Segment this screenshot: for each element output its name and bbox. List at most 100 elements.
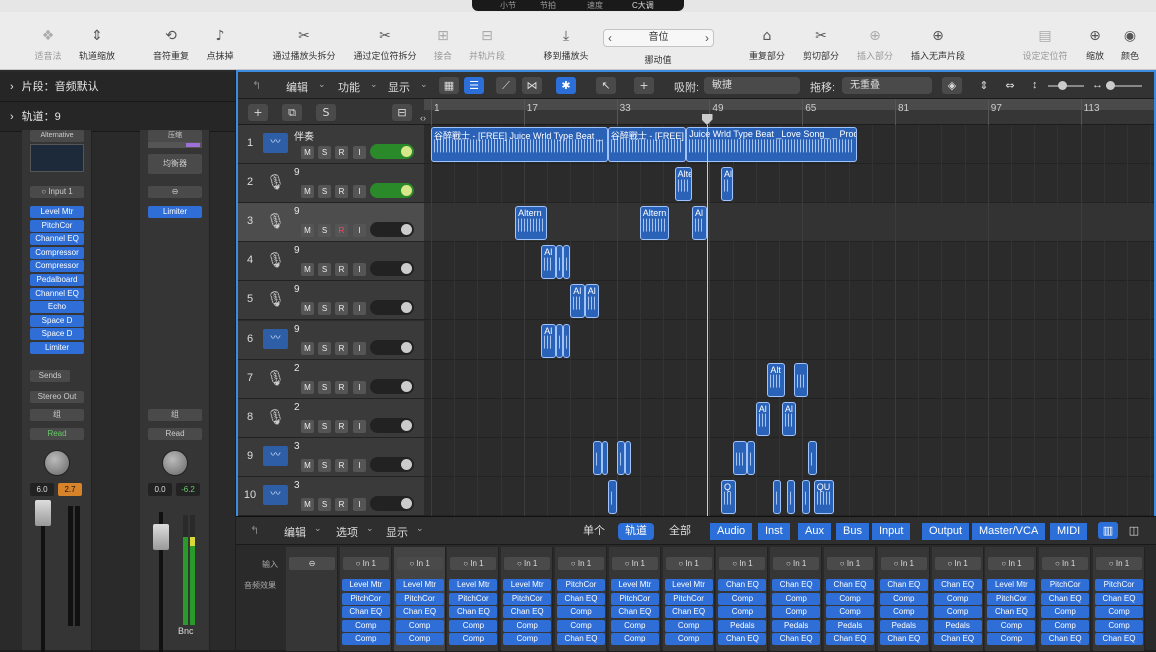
audio-region[interactable]: Alt	[767, 362, 785, 397]
track-name[interactable]: 9	[294, 167, 300, 178]
add-track-button[interactable]: +	[248, 104, 268, 121]
plugin-slot[interactable]: Level Mtr	[449, 579, 498, 591]
plugin-slot[interactable]: Chan EQ	[933, 579, 982, 591]
eq-slot[interactable]: 均衡器	[148, 154, 202, 174]
mixer-channel[interactable]: ○ In 1 Chan EQ Comp Comp Pedals Chan EQ	[931, 547, 984, 651]
mixer-type-filter-midi[interactable]: MIDI	[1050, 523, 1088, 540]
plugin-slot[interactable]: Chan EQ	[395, 606, 444, 619]
plugin-slot[interactable]: Comp	[987, 633, 1036, 646]
waveform-zoom-button[interactable]: ◈	[942, 77, 962, 94]
plugin-slot[interactable]: PitchCor	[1041, 579, 1090, 591]
audio-region[interactable]	[747, 440, 755, 475]
mixer-channel[interactable]: ⊖	[286, 547, 338, 651]
plugin-slot[interactable]: Pedals	[826, 619, 874, 632]
track-header-7[interactable]: 7 🎙 2 M S R I	[238, 359, 424, 399]
mixer-channel[interactable]: ○ In 1 Level Mtr PitchCor Chan EQ Comp Comp	[339, 547, 392, 651]
plugin-slot[interactable]: Comp	[664, 633, 713, 646]
toolbar-item-11[interactable]: ✂ 剪切部分	[803, 28, 839, 62]
track-name[interactable]: 9	[294, 284, 300, 295]
plugin-slot[interactable]: Comp	[449, 619, 498, 632]
toolbar-item-15[interactable]: ⊕ 缩放	[1086, 28, 1104, 62]
track-r-button[interactable]: R	[335, 419, 348, 433]
track-inspector-header[interactable]: › 轨道：9	[0, 102, 235, 132]
track-name[interactable]: 9	[294, 245, 300, 256]
audio-region[interactable]: Al	[541, 245, 556, 280]
plugin-slot[interactable]: Comp	[879, 606, 928, 619]
track-on-toggle[interactable]	[370, 144, 414, 159]
track-m-button[interactable]: M	[301, 458, 314, 472]
plugin-slot[interactable]: Comp	[718, 606, 767, 619]
track-s-button[interactable]: S	[318, 419, 331, 433]
track-i-button[interactable]: I	[353, 458, 366, 472]
plugin-slot[interactable]: PitchCor	[987, 592, 1036, 605]
track-name[interactable]: 伴奏	[294, 128, 314, 143]
track-r-button[interactable]: R	[335, 263, 348, 277]
track-on-toggle[interactable]	[370, 417, 414, 433]
input-slot[interactable]: ○ In 1	[396, 557, 443, 570]
track-name[interactable]: 3	[294, 480, 300, 491]
plugin-slot[interactable]: PitchCor	[30, 219, 84, 232]
input-slot[interactable]: ○ In 1	[1042, 557, 1089, 570]
audio-region[interactable]	[607, 479, 617, 514]
track-s-button[interactable]: S	[318, 341, 331, 355]
audio-region[interactable]	[808, 440, 817, 475]
mixer-view-tab-2[interactable]: 全部	[662, 523, 698, 540]
plugin-slot[interactable]: Chan EQ	[1095, 592, 1143, 605]
track-s-button[interactable]: S	[318, 263, 331, 277]
plugin-slot[interactable]: Space D	[30, 314, 84, 327]
toolbar-item-5[interactable]: ✂ 通过定位符拆分	[353, 28, 416, 62]
input-slot[interactable]: ○ Input 1	[30, 186, 84, 198]
volume-value[interactable]: 0.0	[148, 483, 172, 496]
plugin-slot[interactable]: Chan EQ	[772, 579, 821, 591]
plugin-slot[interactable]: Comp	[826, 606, 874, 619]
mixer-type-filter-master-vca[interactable]: Master/VCA	[972, 523, 1046, 540]
mixer-type-filter-bus[interactable]: Bus	[836, 523, 869, 540]
playhead-marker[interactable]	[701, 114, 713, 125]
mixer-type-filter-aux[interactable]: Aux	[798, 523, 831, 540]
track-m-button[interactable]: M	[301, 185, 314, 199]
plugin-slot[interactable]: Compressor	[30, 260, 84, 273]
plugin-slot[interactable]: Comp	[1095, 619, 1143, 632]
plugin-slot[interactable]: Compressor	[30, 246, 84, 259]
plugin-slot[interactable]: Comp	[718, 592, 767, 605]
plugin-slot[interactable]: Comp	[341, 633, 390, 646]
zoom-arrows-icon[interactable]: ‹›	[420, 113, 426, 123]
eq-thumbnail[interactable]	[30, 144, 84, 172]
plugin-slot[interactable]: Chan EQ	[1095, 633, 1143, 646]
mixer-channel[interactable]: ○ In 1 Level Mtr PitchCor Chan EQ Comp Comp	[608, 547, 661, 651]
mixer-channel[interactable]: ○ In 1 Chan EQ Comp Comp Pedals Chan EQ	[824, 547, 876, 651]
audio-region[interactable]: Al	[570, 284, 585, 319]
track-s-button[interactable]: S	[318, 302, 331, 316]
link-icon[interactable]: ⊖	[148, 186, 202, 198]
track-r-button[interactable]: R	[335, 302, 348, 316]
chevron-right-icon[interactable]: ›	[705, 30, 709, 46]
plugin-slot[interactable]: Chan EQ	[772, 633, 821, 646]
horizontal-zoom-icon[interactable]: ⇔	[1000, 77, 1020, 94]
plugin-slot[interactable]: Comp	[772, 606, 821, 619]
toolbar-item-16[interactable]: ◉ 颜色	[1121, 28, 1139, 62]
mixer-channel[interactable]: ○ In 1 Level Mtr PitchCor Chan EQ Comp Comp	[985, 547, 1038, 651]
track-s-button[interactable]: S	[318, 224, 331, 238]
input-slot[interactable]: ○ In 1	[1096, 557, 1142, 570]
audio-region[interactable]	[616, 440, 626, 475]
audio-region[interactable]	[802, 479, 810, 514]
plugin-slot[interactable]: Pedals	[718, 619, 767, 632]
toolbar-item-14[interactable]: ▤ 设定定位符	[1022, 28, 1067, 62]
track-on-toggle[interactable]	[370, 378, 414, 394]
track-header-3[interactable]: 3 🎙 9 M S R I	[238, 203, 424, 243]
plugin-slot[interactable]: Channel EQ	[30, 287, 84, 300]
input-slot[interactable]: ○ In 1	[827, 557, 873, 570]
plugin-slot[interactable]: Pedals	[879, 619, 928, 632]
editor-menu-0[interactable]: 编辑	[286, 79, 308, 95]
track-i-button[interactable]: I	[353, 419, 366, 433]
track-lane[interactable]	[424, 164, 1154, 204]
track-name[interactable]: 2	[294, 402, 300, 413]
plugin-slot[interactable]: Comp	[1041, 606, 1090, 619]
audio-region[interactable]: Al	[755, 401, 771, 436]
track-lane[interactable]	[424, 360, 1154, 399]
plugin-slot[interactable]: Comp	[557, 606, 605, 619]
mixer-channel[interactable]: ○ In 1 Level Mtr PitchCor Chan EQ Comp Comp	[393, 547, 446, 651]
track-i-button[interactable]: I	[353, 302, 366, 316]
plugin-slot[interactable]: Chan EQ	[933, 633, 982, 646]
mixer-channel[interactable]: ○ In 1 Level Mtr PitchCor Chan EQ Comp Comp	[662, 547, 715, 651]
